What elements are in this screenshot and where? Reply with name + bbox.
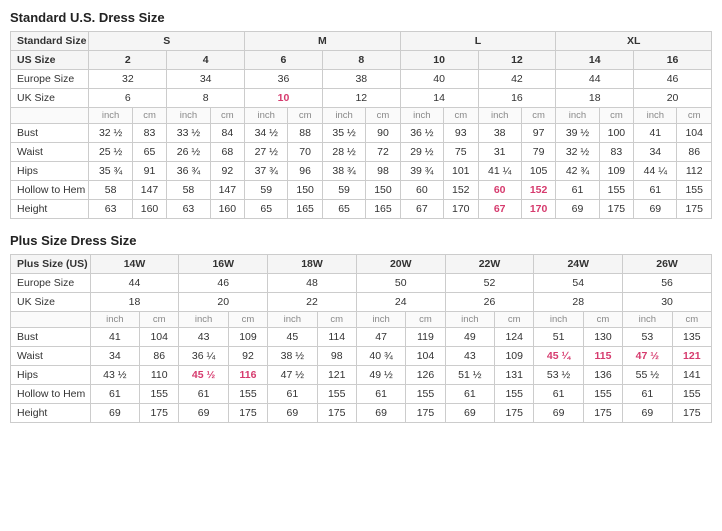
- standard-title: Standard U.S. Dress Size: [10, 10, 712, 25]
- plus-size-table: Plus Size (US)14W16W18W20W22W24W26WEurop…: [10, 254, 712, 423]
- standard-size-table: Standard SizeSMLXLUS Size246810121416Eur…: [10, 31, 712, 219]
- plus-title: Plus Size Dress Size: [10, 233, 712, 248]
